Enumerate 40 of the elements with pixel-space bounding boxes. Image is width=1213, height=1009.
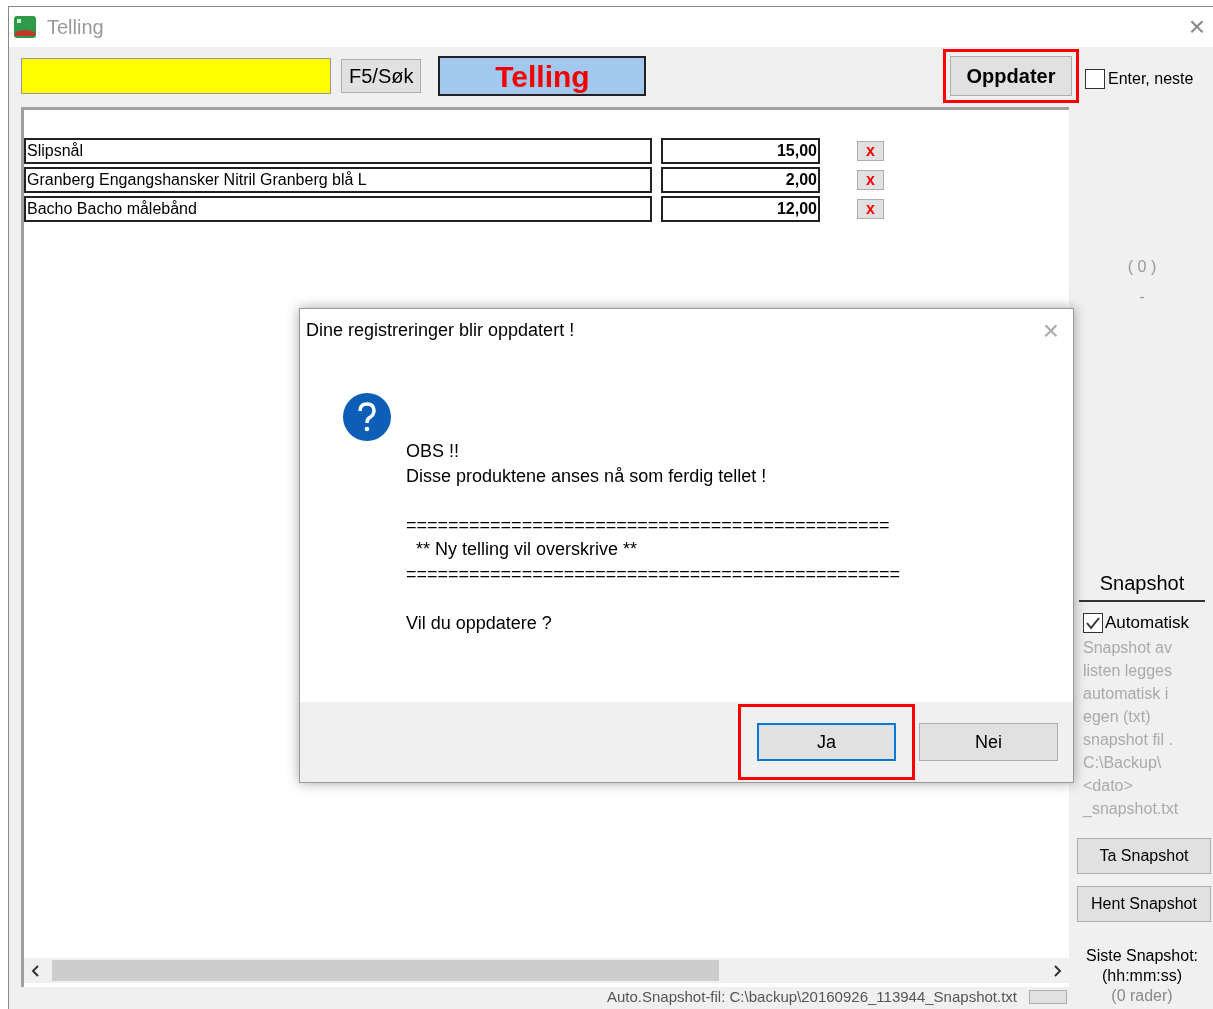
- checkbox[interactable]: [1083, 612, 1103, 633]
- quantity-field[interactable]: 2,00: [661, 167, 820, 193]
- message-line: Vil du oppdatere ?: [406, 611, 553, 635]
- status-panel: [1029, 990, 1067, 1004]
- page-heading: Telling: [438, 56, 647, 96]
- app-icon: [13, 15, 37, 39]
- message-line: ==============================================: [406, 513, 891, 537]
- close-button[interactable]: ×: [1188, 13, 1205, 41]
- last-snapshot-label: Siste Snapshot:: [1085, 945, 1199, 966]
- dialog-title: Dine registreringer blir oppdatert !: [306, 319, 575, 342]
- message-line: ** Ny telling vil overskrive **: [415, 538, 639, 561]
- checkbox-label: Automatisk: [1105, 612, 1190, 634]
- message-line: Disse produktene anses nå som ferdig tellet !: [406, 464, 768, 488]
- time-format-label: (hh:mm:ss): [1102, 965, 1182, 986]
- product-name-field[interactable]: Bacho Bacho målebånd: [24, 196, 652, 222]
- checkbox-label: Enter, neste: [1108, 69, 1194, 89]
- snapshot-button[interactable]: Hent Snapshot: [1077, 885, 1211, 922]
- rows-count-label: (0 rader): [1111, 985, 1173, 1006]
- quantity-field[interactable]: 12,00: [661, 196, 820, 222]
- message-line: ===============================================: [406, 562, 901, 586]
- snapshot-button[interactable]: Ta Snapshot: [1077, 837, 1211, 874]
- count-label: ( 0 ): [1127, 257, 1157, 277]
- dialog-button[interactable]: Nei: [919, 723, 1058, 761]
- quantity-field[interactable]: 15,00: [661, 138, 820, 164]
- section-heading: Snapshot: [1079, 568, 1205, 602]
- search-field[interactable]: [21, 58, 331, 94]
- horizontal-scrollbar[interactable]: [24, 958, 1069, 983]
- update-button[interactable]: Oppdater: [950, 56, 1072, 96]
- snapshot-description: Snapshot av listen legges automatisk i egen (txt) snapshot fil . C:\Backup\ <dato> _snapshot.txt: [1083, 637, 1179, 819]
- search-button[interactable]: F5/Søk: [341, 59, 422, 93]
- product-name-field[interactable]: Granberg Engangshansker Nitril Granberg blå L: [24, 167, 652, 193]
- dialog-button[interactable]: Ja: [757, 723, 896, 761]
- window-title: Telling: [47, 15, 104, 40]
- scrollbar-thumb[interactable]: [52, 960, 719, 981]
- message-line: OBS !!: [406, 440, 460, 463]
- dash-label: -: [1139, 287, 1145, 307]
- status-text: Auto.Snapshot-fil: C:\backup\20160926_113944_Snapshot.txt: [606, 986, 1017, 1007]
- checkbox[interactable]: [1085, 69, 1105, 89]
- product-name-field[interactable]: Slipsnål: [24, 138, 652, 164]
- question-icon: [342, 392, 392, 442]
